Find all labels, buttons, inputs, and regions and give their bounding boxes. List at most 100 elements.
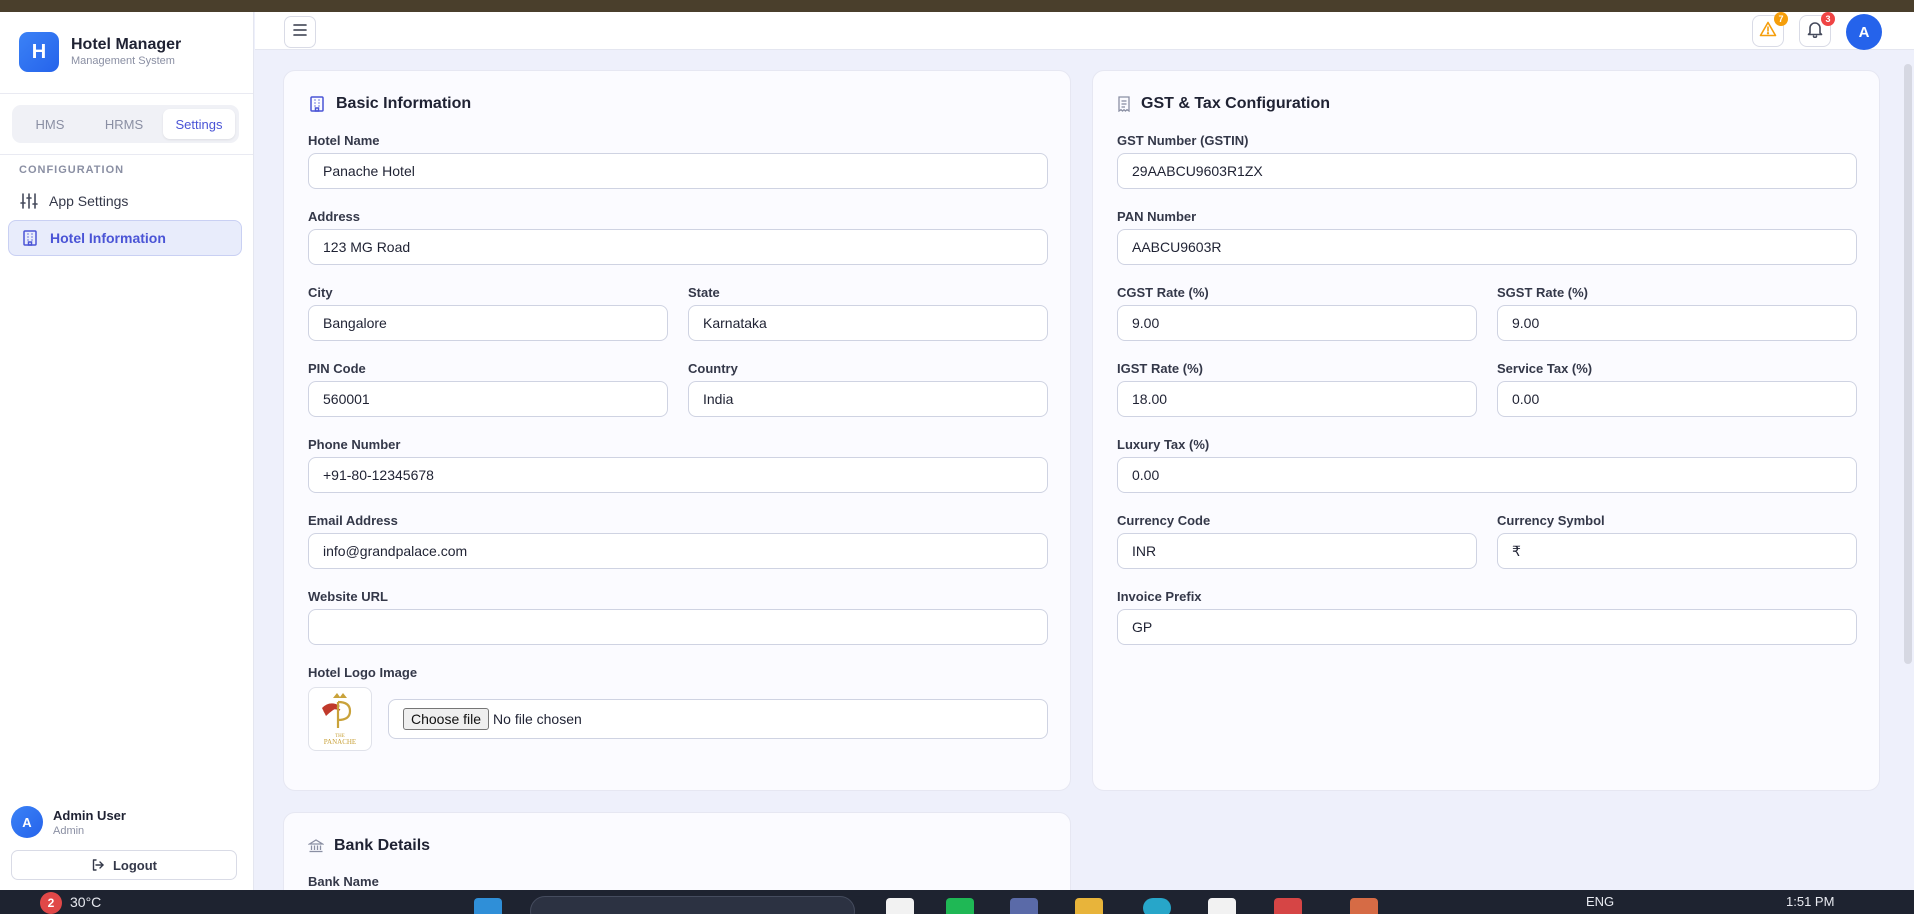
user-role: Admin: [53, 825, 85, 837]
cgst-rate-input[interactable]: [1117, 305, 1477, 341]
tab-settings[interactable]: Settings: [163, 109, 235, 139]
weather-temperature[interactable]: 30°C: [70, 894, 101, 910]
folder-icon[interactable]: [1075, 898, 1103, 914]
hotel-logo-label: Hotel Logo Image: [308, 665, 418, 680]
taskbar-app-icon[interactable]: [1350, 898, 1378, 914]
warning-icon: [1759, 21, 1777, 42]
country-input[interactable]: [688, 381, 1048, 417]
sidebar-item-label: Hotel Information: [50, 230, 166, 246]
brand-logo[interactable]: H: [19, 32, 59, 72]
pin-code-input[interactable]: [308, 381, 668, 417]
currency-symbol-label: Currency Symbol: [1497, 513, 1605, 528]
logo-file-input[interactable]: Choose file No file chosen: [388, 699, 1048, 739]
taskbar-app-icon[interactable]: [1208, 898, 1236, 914]
website-url-label: Website URL: [308, 589, 388, 604]
avatar[interactable]: A: [11, 806, 43, 838]
email-address-input[interactable]: [308, 533, 1048, 569]
basic-information-card: Basic Information Hotel Name Address Cit…: [283, 70, 1071, 791]
card-title: GST & Tax Configuration: [1117, 95, 1330, 113]
sliders-icon: [19, 191, 39, 211]
start-icon[interactable]: [474, 898, 502, 914]
logout-icon: [91, 858, 105, 872]
gst-tax-card: GST & Tax Configuration GST Number (GSTI…: [1092, 70, 1880, 791]
address-input[interactable]: [308, 229, 1048, 265]
invoice-prefix-input[interactable]: [1117, 609, 1857, 645]
pin-code-label: PIN Code: [308, 361, 366, 376]
taskbar-search[interactable]: [530, 896, 855, 914]
bell-icon: [1807, 20, 1823, 43]
hotel-name-input[interactable]: [308, 153, 1048, 189]
sgst-rate-input[interactable]: [1497, 305, 1857, 341]
sgst-rate-label: SGST Rate (%): [1497, 285, 1589, 300]
language-indicator[interactable]: ENG: [1586, 894, 1614, 909]
user-panel: A Admin User Admin Logout: [0, 794, 253, 890]
sidebar-item-app-settings[interactable]: App Settings: [8, 183, 242, 219]
currency-code-label: Currency Code: [1117, 513, 1211, 528]
luxury-tax-input[interactable]: [1117, 457, 1857, 493]
pan-number-input[interactable]: [1117, 229, 1857, 265]
svg-text:PANACHE: PANACHE: [324, 738, 356, 746]
sidebar: H Hotel Manager Management System HMS HR…: [0, 12, 254, 890]
brand-block: H Hotel Manager Management System: [0, 12, 253, 94]
header-avatar[interactable]: A: [1846, 14, 1882, 50]
currency-symbol-input[interactable]: [1497, 533, 1857, 569]
choose-file-button[interactable]: Choose file: [403, 708, 490, 730]
top-header: 7 3 A: [255, 12, 1914, 50]
igst-rate-label: IGST Rate (%): [1117, 361, 1203, 376]
building-icon: [20, 228, 40, 248]
taskbar-app-icon[interactable]: [1010, 898, 1038, 914]
sidebar-item-label: App Settings: [49, 193, 129, 209]
invoice-prefix-label: Invoice Prefix: [1117, 589, 1202, 604]
state-input[interactable]: [688, 305, 1048, 341]
state-label: State: [688, 285, 720, 300]
taskbar-app-icon[interactable]: [886, 898, 914, 914]
file-status-text: No file chosen: [493, 711, 582, 727]
menu-toggle-button[interactable]: [284, 16, 316, 48]
logout-label: Logout: [112, 857, 158, 873]
igst-rate-input[interactable]: [1117, 381, 1477, 417]
phone-number-input[interactable]: [308, 457, 1048, 493]
currency-code-input[interactable]: [1117, 533, 1477, 569]
country-label: Country: [688, 361, 738, 376]
panache-logo-image: THE PANACHE: [322, 693, 356, 746]
bank-icon: [308, 838, 324, 854]
card-title: Bank Details: [308, 837, 430, 855]
luxury-tax-label: Luxury Tax (%): [1117, 437, 1210, 452]
sidebar-item-hotel-information[interactable]: Hotel Information: [8, 220, 242, 256]
module-tabs: HMS HRMS Settings: [12, 105, 239, 143]
phone-number-label: Phone Number: [308, 437, 401, 452]
notifications-button[interactable]: 3: [1799, 12, 1835, 47]
sidebar-divider: [0, 154, 253, 155]
gst-tax-title: GST & Tax Configuration: [1141, 95, 1331, 112]
page-scrollbar[interactable]: [1904, 64, 1912, 664]
city-input[interactable]: [308, 305, 668, 341]
taskbar-app-icon[interactable]: [946, 898, 974, 914]
window-top-strip: [0, 0, 1914, 12]
user-name: Admin User: [53, 808, 126, 823]
building-icon: [308, 95, 326, 113]
gstin-label: GST Number (GSTIN): [1117, 133, 1249, 148]
website-url-input[interactable]: [308, 609, 1048, 645]
email-address-label: Email Address: [308, 513, 398, 528]
receipt-icon: [1117, 96, 1131, 112]
taskbar-app-icon[interactable]: [1143, 898, 1171, 914]
tab-hrms[interactable]: HRMS: [88, 109, 160, 139]
cgst-rate-label: CGST Rate (%): [1117, 285, 1209, 300]
app-title: Hotel Manager: [71, 36, 182, 53]
weather-badge[interactable]: 2: [40, 892, 62, 914]
service-tax-label: Service Tax (%): [1497, 361, 1593, 376]
logout-button[interactable]: Logout: [11, 850, 237, 880]
clock[interactable]: 1:51 PM: [1786, 894, 1834, 909]
notifications-count-badge: 3: [1821, 12, 1835, 26]
alerts-button[interactable]: 7: [1752, 12, 1788, 47]
basic-information-title: Basic Information: [336, 95, 472, 112]
section-label-configuration: CONFIGURATION: [19, 164, 125, 176]
address-label: Address: [308, 209, 361, 224]
os-taskbar: 2 30°C ENG 1:51 PM: [0, 890, 1914, 914]
gstin-input[interactable]: [1117, 153, 1857, 189]
service-tax-input[interactable]: [1497, 381, 1857, 417]
bank-details-title: Bank Details: [334, 837, 431, 854]
tab-hms[interactable]: HMS: [16, 109, 84, 139]
taskbar-app-icon[interactable]: [1274, 898, 1302, 914]
alerts-count-badge: 7: [1774, 12, 1788, 26]
